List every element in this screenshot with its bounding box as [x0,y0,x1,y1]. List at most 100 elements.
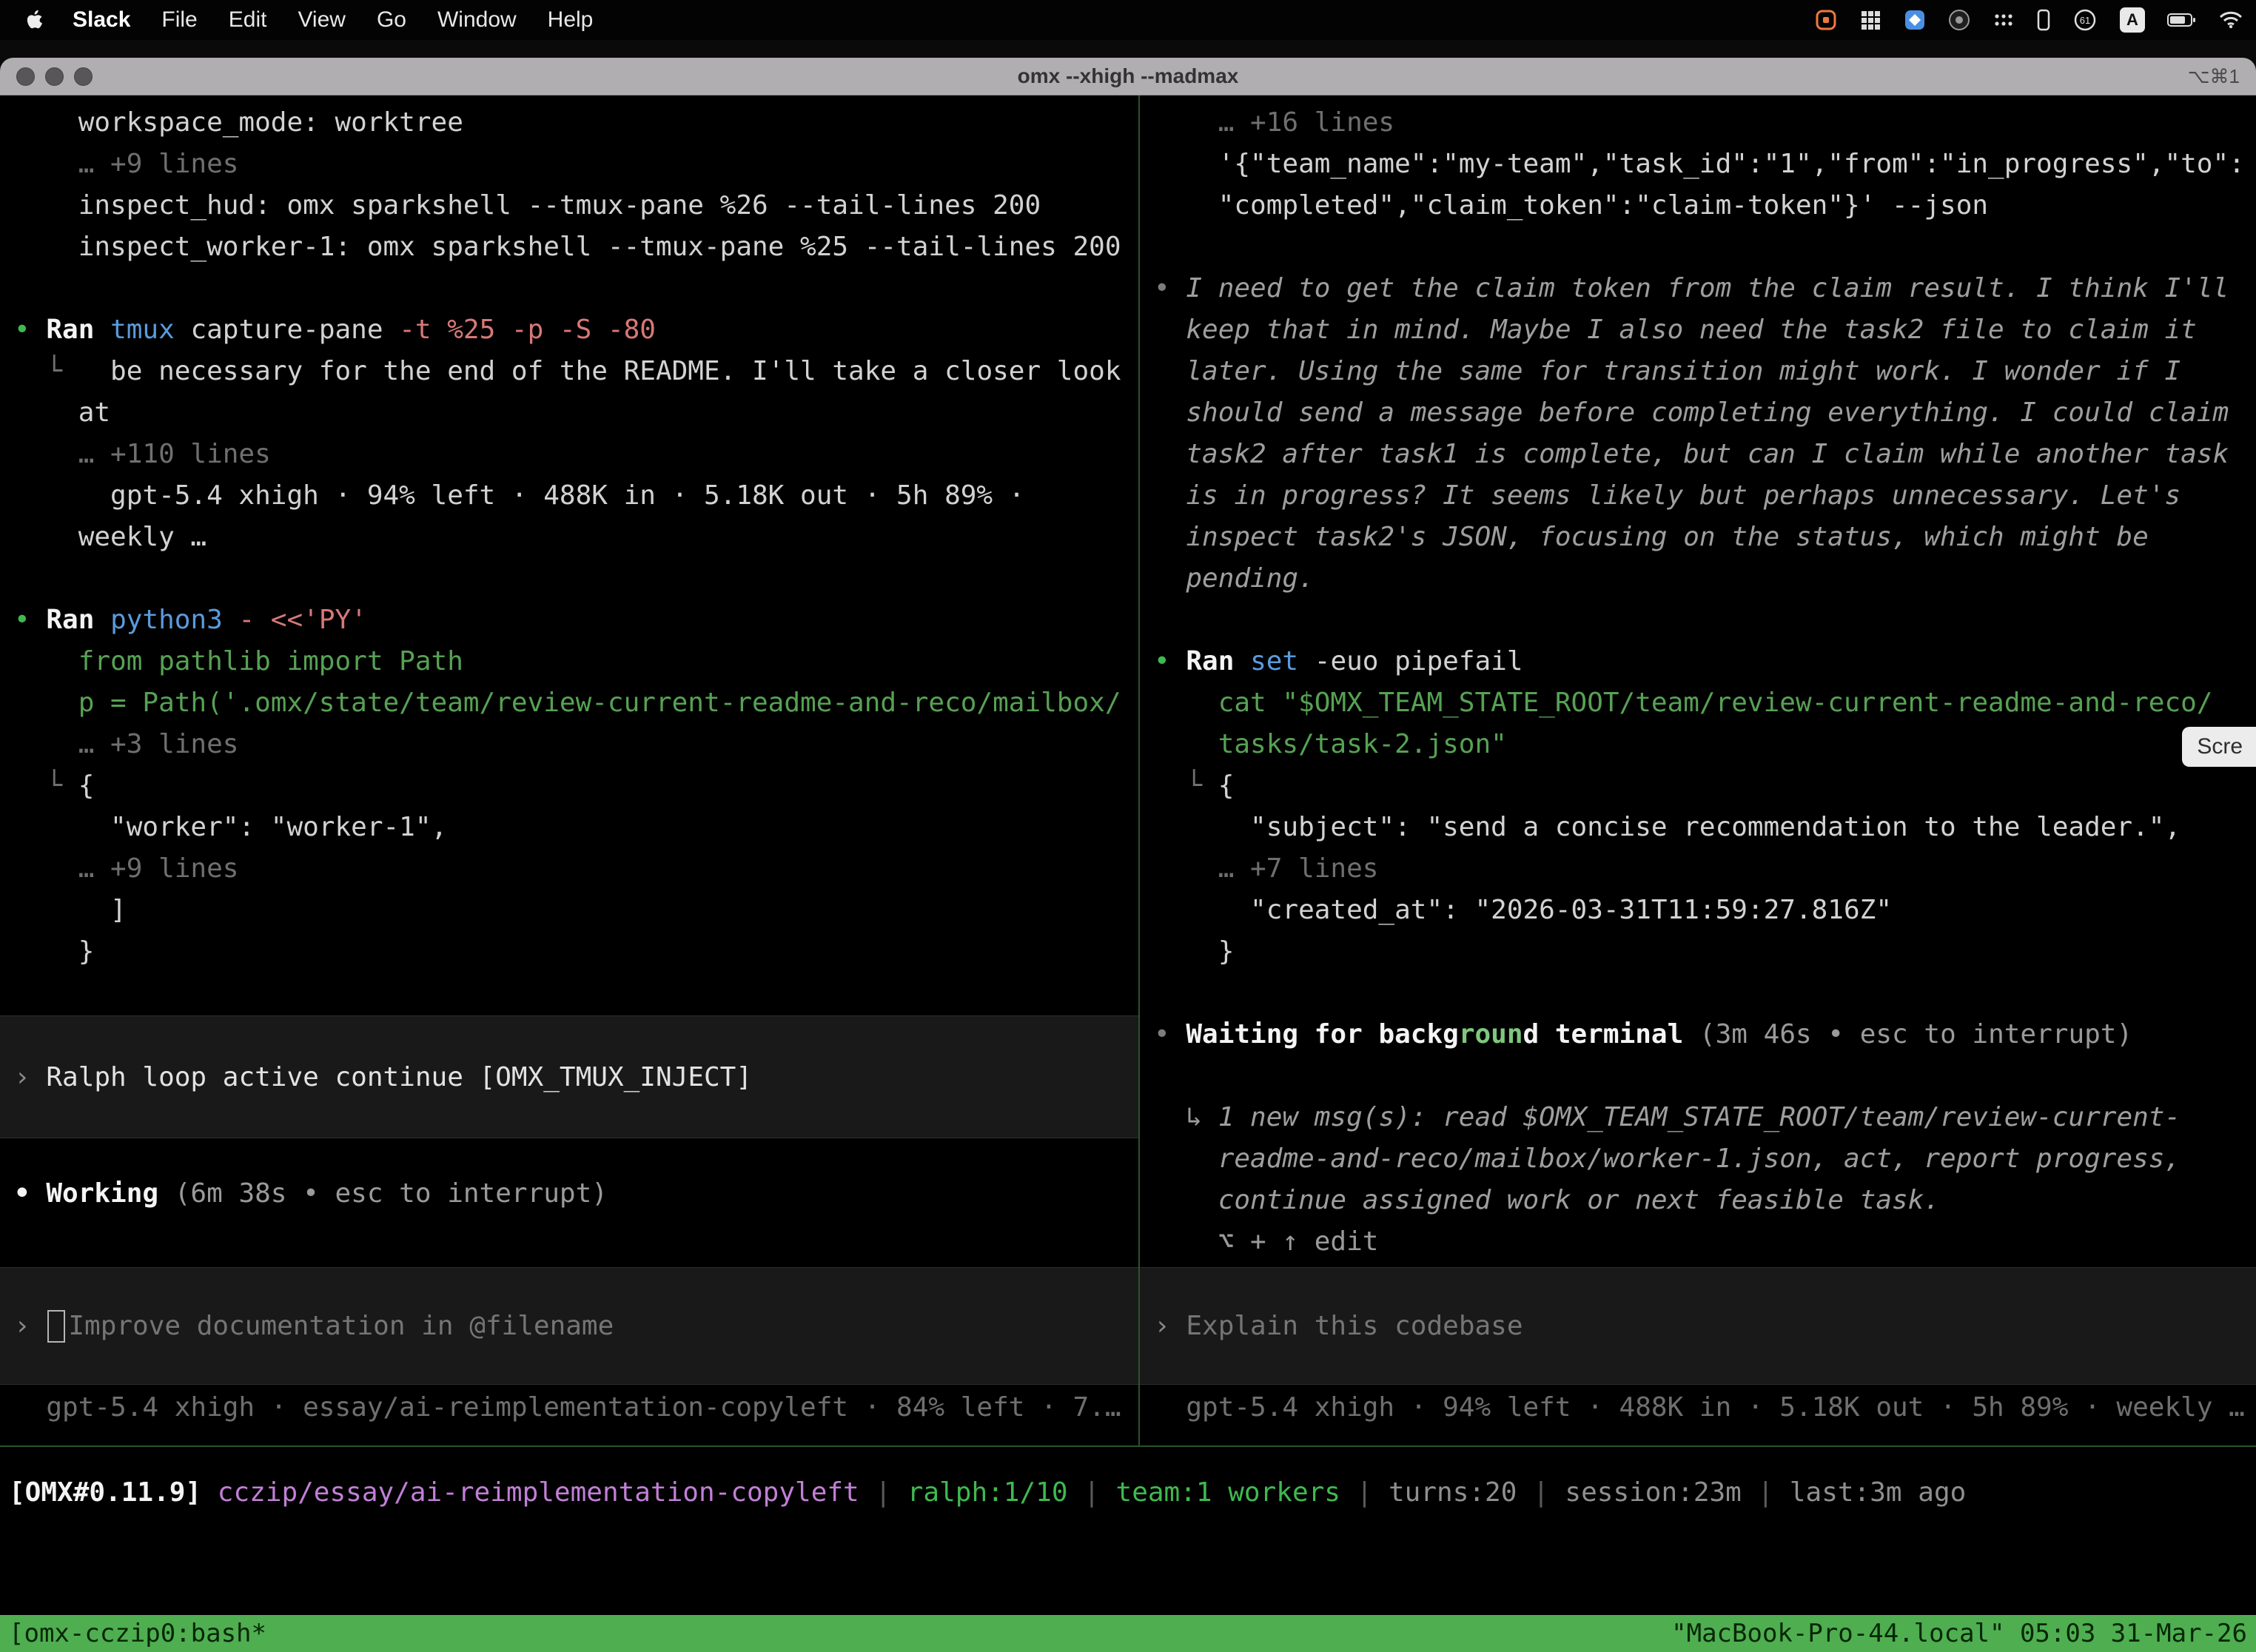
text-segment: task2 after task1 is complete, but can I… [1154,439,2229,469]
terminal-line: } [14,931,1138,973]
text-segment: • [1154,646,1186,676]
wifi-icon[interactable] [2219,11,2243,29]
terminal-line: ⌥ + ↑ edit [1154,1221,2256,1263]
input-source-icon[interactable]: A [2120,7,2145,33]
composer-right-input[interactable]: › Explain this codebase [1140,1267,2256,1385]
dark-app-icon[interactable] [1948,9,1970,31]
pane-right[interactable]: … +16 lines '{"team_name":"my-team","tas… [1140,95,2256,1446]
menu-item[interactable]: Go [377,7,406,33]
text-segment: d terminal [1523,1019,1684,1050]
terminal-line: • Ran tmux capture-pane -t %25 -p -S -80 [14,309,1138,351]
terminal-line [1154,600,2256,641]
terminal-line: … +16 lines [1154,102,2256,144]
terminal-line: continue assigned work or next feasible … [1154,1180,2256,1221]
tmux-session-window: [omx-cczip0:bash* [9,1619,266,1648]
text-segment: Ran [1186,646,1250,676]
terminal-line: "created_at": "2026-03-31T11:59:27.816Z" [1154,890,2256,931]
close-button[interactable] [16,67,35,86]
terminal-line [14,558,1138,600]
text-segment: • [1154,273,1186,303]
text-segment: • [14,315,46,345]
text-segment: └ [1154,770,1218,801]
text-segment: team:1 workers [1116,1477,1340,1508]
text-segment [1154,1061,1170,1091]
text-segment: turns:20 [1389,1477,1517,1508]
text-segment: • [14,605,46,635]
terminal-line: should send a message before completing … [1154,392,2256,434]
text-segment: } [14,936,94,967]
screen-recording-indicator-icon[interactable] [1815,9,1837,31]
terminal-line: workspace_mode: worktree [14,102,1138,144]
menu-item[interactable]: View [298,7,345,33]
composer-left-active[interactable]: › Ralph loop active continue [OMX_TMUX_I… [0,1015,1138,1138]
terminal-line: cat "$OMX_TEAM_STATE_ROOT/team/review-cu… [1154,682,2256,724]
menu-item[interactable]: Edit [229,7,267,33]
text-segment: '{"team_name":"my-team","task_id":"1","f… [1154,149,2245,179]
terminal-window: omx --xhigh --madmax ⌥⌘1 workspace_mode:… [0,58,2256,1652]
window-titlebar[interactable]: omx --xhigh --madmax ⌥⌘1 [0,58,2256,95]
terminal-line: is in progress? It seems likely but perh… [1154,475,2256,517]
text-segment: "created_at": "2026-03-31T11:59:27.816Z" [1154,895,1892,925]
minimize-button[interactable] [45,67,64,86]
menu-item[interactable]: Slack [73,7,130,33]
menu-item[interactable]: File [161,7,197,33]
window-controls [16,58,93,95]
terminal-line: at [14,392,1138,434]
text-segment: at [14,397,110,428]
text-segment: pending. [1154,563,1315,594]
text-segment: is in progress? It seems likely but perh… [1154,480,2181,511]
battery-icon[interactable] [2167,12,2197,28]
terminal-line: ↳ 1 new msg(s): read $OMX_TEAM_STATE_ROO… [1154,1097,2256,1138]
text-segment: -t %25 -p -S -80 [399,315,656,345]
text-segment: | [859,1477,907,1508]
terminal-line: … +9 lines [14,144,1138,185]
grid-icon[interactable] [1859,9,1881,31]
text-segment: | [1517,1477,1565,1508]
text-segment [1154,978,1170,1008]
text-segment: weekly … [14,522,207,552]
text-segment: - <<'PY' [238,605,366,635]
terminal-line: • Waiting for background terminal (3m 46… [1154,1014,2256,1055]
text-segment: └ [14,356,78,386]
text-segment: Ran [46,605,110,635]
text-segment: { [78,770,95,801]
text-segment [1154,605,1170,635]
text-segment: • [14,1178,46,1209]
text-segment: ⌥ + ↑ edit [1154,1226,1378,1257]
blue-app-icon[interactable] [1904,9,1926,31]
terminal-line: └ { [1154,765,2256,807]
text-segment: … +16 lines [1154,107,1394,138]
composer-left-input[interactable]: › Improve documentation in @filename [0,1267,1138,1385]
menu-item[interactable]: Window [437,7,517,33]
dots-grid-icon[interactable] [1993,12,2015,28]
menu-bar-left: Slack File Edit View Go Window Help [0,7,593,33]
text-segment: last:3m ago [1790,1477,1966,1508]
device-icon[interactable] [2037,9,2050,31]
text-segment: • [1154,1019,1186,1050]
pane-left-model-status: gpt-5.4 xhigh · essay/ai-reimplementatio… [0,1387,1138,1428]
terminal-line: keep that in mind. Maybe I also need the… [1154,309,2256,351]
terminal-line: [OMX#0.11.9] cczip/essay/ai-reimplementa… [9,1472,1966,1514]
zoom-button[interactable] [74,67,93,86]
text-segment: … +110 lines [14,439,271,469]
menu-item[interactable]: Help [548,7,594,33]
terminal-line: task2 after task1 is complete, but can I… [1154,434,2256,475]
pane-left[interactable]: workspace_mode: worktree … +9 lines insp… [0,95,1138,1446]
text-segment: tmux [110,315,190,345]
pane-left-scrollback: workspace_mode: worktree … +9 lines insp… [0,95,1138,973]
menu-bar-status-icons: 61 A [1815,7,2256,33]
terminal-line: • I need to get the claim token from the… [1154,268,2256,309]
text-segment: { [1218,770,1235,801]
text-segment: I need to get the claim token from the c… [1186,273,2229,303]
terminal-line: p = Path('.omx/state/team/review-current… [14,682,1138,724]
terminal-line: inspect task2's JSON, focusing on the st… [1154,517,2256,558]
text-segment: cczip/essay/ai-reimplementation-copyleft [218,1477,859,1508]
screen-tooltip-fragment: Scre [2182,727,2256,767]
text-segment: inspect_worker-1: omx sparkshell --tmux-… [14,232,1121,262]
text-segment [14,273,30,303]
terminal-line: readme-and-reco/mailbox/worker-1.json, a… [1154,1138,2256,1180]
apple-menu-icon[interactable] [25,10,43,30]
composer-left-text: Ralph loop active continue [OMX_TMUX_INJ… [46,1062,752,1092]
battery-percent-icon[interactable]: 61 [2072,7,2098,33]
terminal-line: ] [14,890,1138,931]
